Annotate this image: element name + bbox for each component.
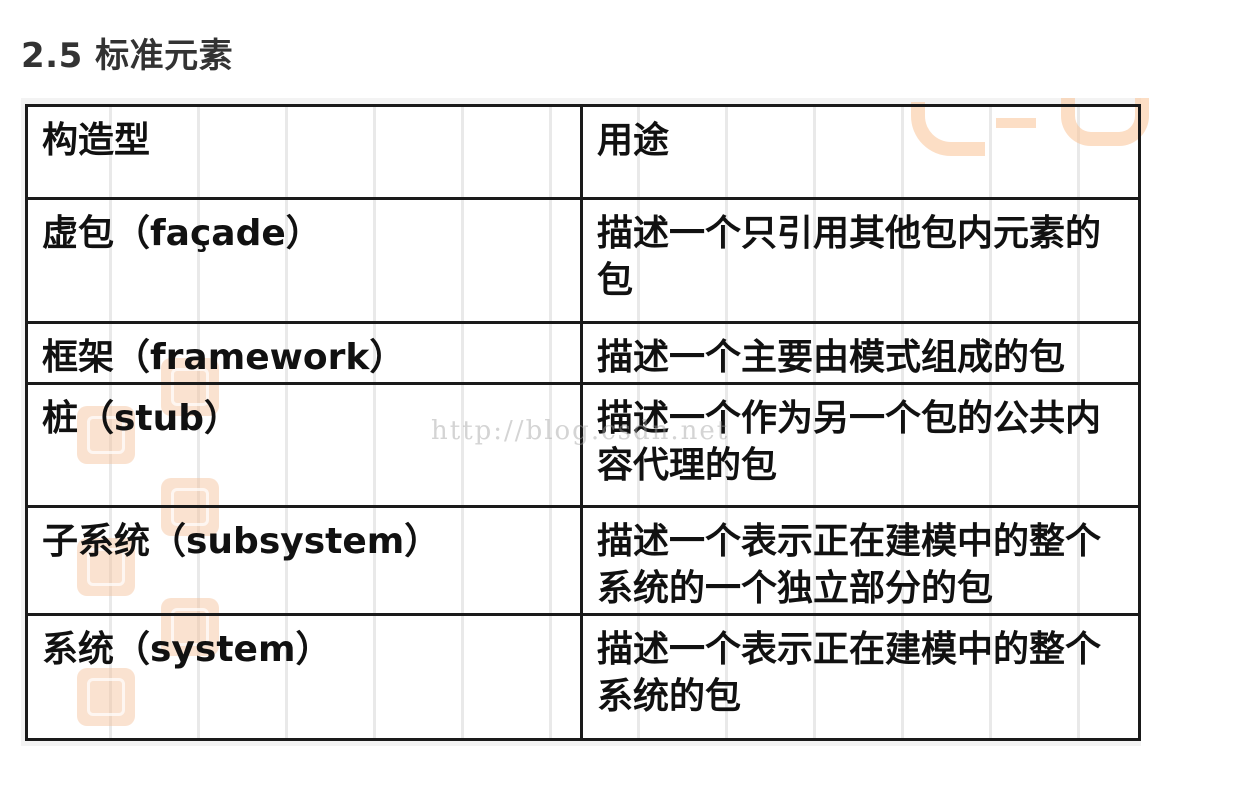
header-cell-usage: 用途: [580, 104, 1141, 200]
usage-cell: 描述一个只引用其他包内元素的包: [580, 197, 1141, 324]
table-row: 桩（stub） 描述一个作为另一个包的公共内容代理的包: [25, 382, 1141, 508]
stereotype-cell: 框架（framework）: [25, 321, 583, 385]
table-row: 子系统（subsystem） 描述一个表示正在建模中的整个系统的一个独立部分的包: [25, 505, 1141, 616]
header-cell-stereotype: 构造型: [25, 104, 583, 200]
stereotype-table: 构造型 用途 虚包（façade） 描述一个只引用其他包内元素的包 框架（fra…: [25, 104, 1141, 741]
usage-cell: 描述一个表示正在建模中的整个系统的包: [580, 613, 1141, 741]
stereotype-cell: 虚包（façade）: [25, 197, 583, 324]
stereotype-cell: 系统（system）: [25, 613, 583, 741]
table-header-row: 构造型 用途: [25, 104, 1141, 200]
table-row: 虚包（façade） 描述一个只引用其他包内元素的包: [25, 197, 1141, 324]
usage-cell: 描述一个主要由模式组成的包: [580, 321, 1141, 385]
stereotype-cell: 子系统（subsystem）: [25, 505, 583, 616]
table-image: 构造型 用途 虚包（façade） 描述一个只引用其他包内元素的包 框架（fra…: [21, 98, 1149, 746]
usage-cell: 描述一个作为另一个包的公共内容代理的包: [580, 382, 1141, 508]
table-row: 框架（framework） 描述一个主要由模式组成的包: [25, 321, 1141, 385]
table-row: 系统（system） 描述一个表示正在建模中的整个系统的包: [25, 613, 1141, 741]
usage-cell: 描述一个表示正在建模中的整个系统的一个独立部分的包: [580, 505, 1141, 616]
section-heading: 2.5 标准元素: [21, 36, 234, 76]
stereotype-cell: 桩（stub）: [25, 382, 583, 508]
